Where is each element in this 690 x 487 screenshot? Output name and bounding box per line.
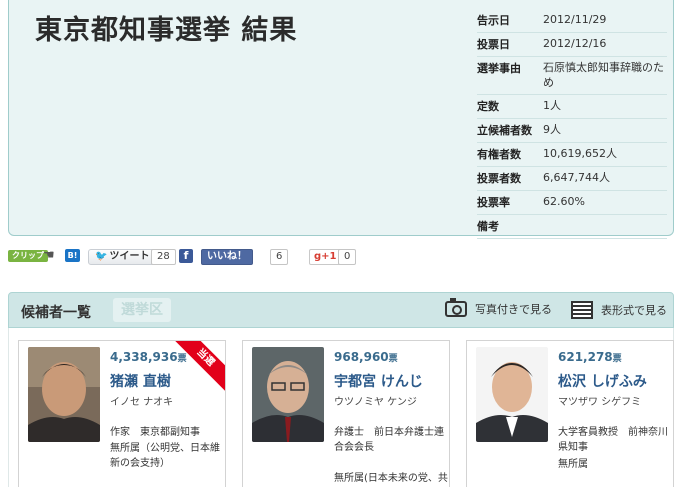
- info-value: 2012/12/16: [543, 37, 607, 50]
- info-row: 選挙事由 石原慎太郎知事辞職のため: [477, 57, 667, 95]
- info-value: 2012/11/29: [543, 13, 607, 26]
- candidate-card[interactable]: 621,278票 松沢 しげふみ マツザワ シゲフミ 大学客員教授 前神奈川県知…: [466, 340, 674, 487]
- twitter-bird-icon: 🐦: [95, 251, 108, 262]
- election-summary-panel: 東京都知事選挙 結果 告示日 2012/11/29 投票日 2012/12/16 選…: [8, 0, 674, 239]
- candidate-party: 無所属（公明党、日本維新の会支持）: [110, 443, 220, 469]
- candidate-kana: ウツノミヤ ケンジ: [334, 397, 417, 408]
- candidate-occupation: 弁護士 前日本弁護士連合会会長: [334, 427, 444, 453]
- gplus-count: 0: [338, 249, 357, 265]
- info-row: 投票率 62.60%: [477, 191, 667, 215]
- winner-badge: 当選: [170, 341, 225, 393]
- table-view-label: 表形式で見る: [601, 304, 667, 317]
- candidate-kana: マツザワ シゲフミ: [558, 397, 642, 408]
- candidate-party: 無所属(日本未来の党、共産党、社民党支持): [334, 473, 448, 484]
- info-row: 有権者数 10,619,652人: [477, 143, 667, 167]
- candidate-occupation: 作家 東京都副知事: [110, 427, 200, 438]
- info-label: 投票率: [477, 196, 510, 209]
- photo-view-label: 写真付きで見る: [475, 303, 552, 316]
- info-value: 石原慎太郎知事辞職のため: [543, 61, 664, 89]
- info-row: 投票者数 6,647,744人: [477, 167, 667, 191]
- vote-count: 621,278票: [558, 350, 622, 364]
- info-value: 62.60%: [543, 195, 585, 208]
- candidate-occupation: 大学客員教授 前神奈川県知事: [558, 427, 668, 453]
- info-row: 投票日 2012/12/16: [477, 33, 667, 57]
- candidate-list: 4,338,936票 猪瀬 直樹 イノセ ナオキ 作家 東京都副知事 無所属（公…: [8, 328, 674, 487]
- election-info-table: 告示日 2012/11/29 投票日 2012/12/16 選挙事由 石原慎太郎知事辞…: [477, 9, 667, 239]
- page-title: 東京都知事選挙 結果: [35, 15, 298, 46]
- info-label: 告示日: [477, 14, 510, 27]
- candidate-name[interactable]: 猪瀬 直樹: [110, 371, 171, 391]
- info-value: 1人: [543, 99, 561, 112]
- photo-view-button[interactable]: 写真付きで見る: [445, 298, 552, 317]
- google-plus-button[interactable]: g+1: [309, 249, 342, 265]
- candidate-photo: [476, 347, 548, 442]
- info-label: 定数: [477, 100, 499, 113]
- info-label: 備考: [477, 220, 499, 233]
- tweet-label: ツイート: [109, 251, 150, 262]
- info-value: 10,619,652人: [543, 147, 617, 160]
- info-label: 投票者数: [477, 172, 521, 185]
- info-label: 立候補者数: [477, 124, 532, 137]
- table-icon: [571, 301, 593, 319]
- info-value: 6,647,744人: [543, 171, 610, 184]
- like-count: 6: [270, 249, 289, 265]
- tweet-count: 28: [151, 249, 176, 265]
- candidate-party: 無所属: [558, 459, 588, 470]
- tab-district[interactable]: 選挙区: [113, 298, 171, 322]
- hatena-bookmark-button[interactable]: B!: [65, 249, 80, 262]
- candidate-name[interactable]: 宇都宮 けんじ: [334, 371, 423, 391]
- vote-count: 968,960票: [334, 350, 398, 364]
- candidate-photo: [28, 347, 100, 442]
- social-share-bar: クリップ ☚ B! 🐦 ツイート 28 f いいね！ 6 g+1 0: [8, 248, 368, 268]
- info-label: 有権者数: [477, 148, 521, 161]
- vote-count: 4,338,936票: [110, 350, 187, 364]
- candidate-name[interactable]: 松沢 しげふみ: [558, 371, 647, 391]
- candidate-photo: [252, 347, 324, 442]
- info-label: 投票日: [477, 38, 510, 51]
- facebook-like-button[interactable]: いいね！: [201, 249, 253, 265]
- tweet-button[interactable]: 🐦 ツイート: [88, 249, 157, 265]
- camera-icon: [445, 298, 467, 317]
- hand-icon[interactable]: ☚: [43, 248, 55, 263]
- candidate-card[interactable]: 968,960票 宇都宮 けんじ ウツノミヤ ケンジ 弁護士 前日本弁護士連合会…: [242, 340, 450, 487]
- candidates-heading: 候補者一覧: [21, 305, 91, 321]
- info-row: 定数 1人: [477, 95, 667, 119]
- info-row: 備考: [477, 215, 667, 239]
- candidate-card[interactable]: 4,338,936票 猪瀬 直樹 イノセ ナオキ 作家 東京都副知事 無所属（公…: [18, 340, 226, 487]
- info-value: 9人: [543, 123, 561, 136]
- info-label: 選挙事由: [477, 62, 521, 75]
- facebook-share-button[interactable]: f: [179, 249, 193, 263]
- candidates-tab-bar: 候補者一覧 選挙区 写真付きで見る 表形式で見る: [8, 292, 674, 328]
- info-row: 告示日 2012/11/29: [477, 9, 667, 33]
- clip-button[interactable]: クリップ: [8, 250, 48, 262]
- table-view-button[interactable]: 表形式で見る: [571, 301, 667, 319]
- info-row: 立候補者数 9人: [477, 119, 667, 143]
- candidate-kana: イノセ ナオキ: [110, 397, 174, 408]
